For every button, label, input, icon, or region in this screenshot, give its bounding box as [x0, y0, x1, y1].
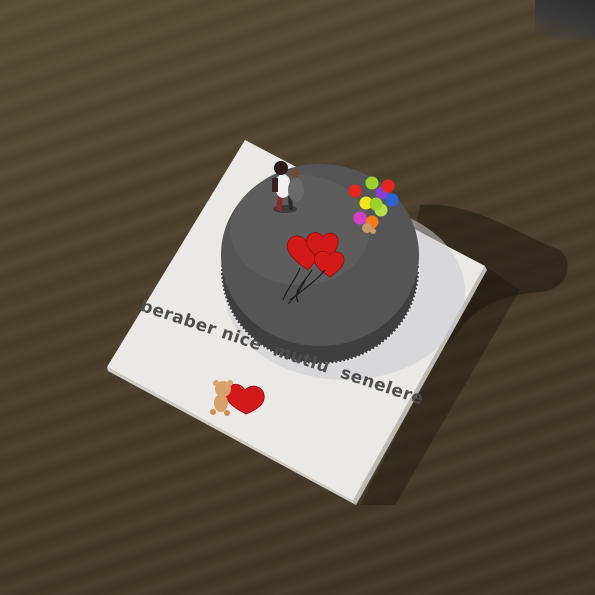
figure-man-body: [288, 178, 304, 202]
photo-scene: beraber nice mutlu senelere: [0, 0, 595, 595]
figure-man-head: [290, 168, 300, 178]
cake-scene-svg: [107, 140, 568, 505]
balloon: [381, 179, 395, 193]
balloon: [369, 197, 383, 211]
balloon: [348, 184, 362, 198]
balloon: [385, 193, 399, 207]
balloon: [353, 211, 367, 225]
figure-woman-head: [274, 161, 288, 175]
bear-body: [214, 394, 228, 412]
balloon: [365, 176, 379, 190]
